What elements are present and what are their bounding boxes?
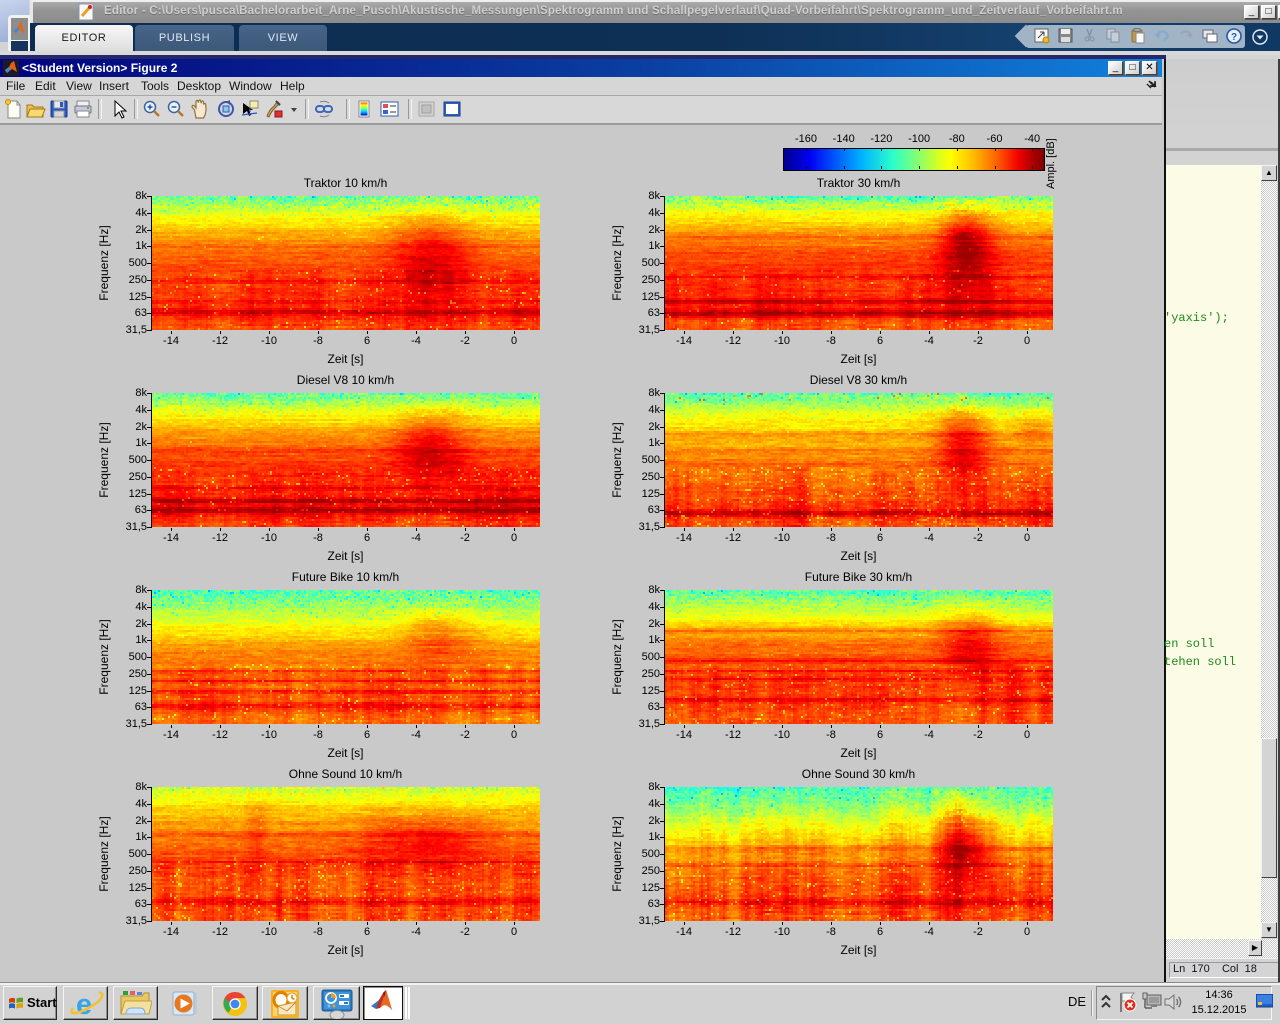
svg-text:?: ?	[1231, 32, 1237, 43]
svg-text:e: e	[76, 989, 92, 1019]
